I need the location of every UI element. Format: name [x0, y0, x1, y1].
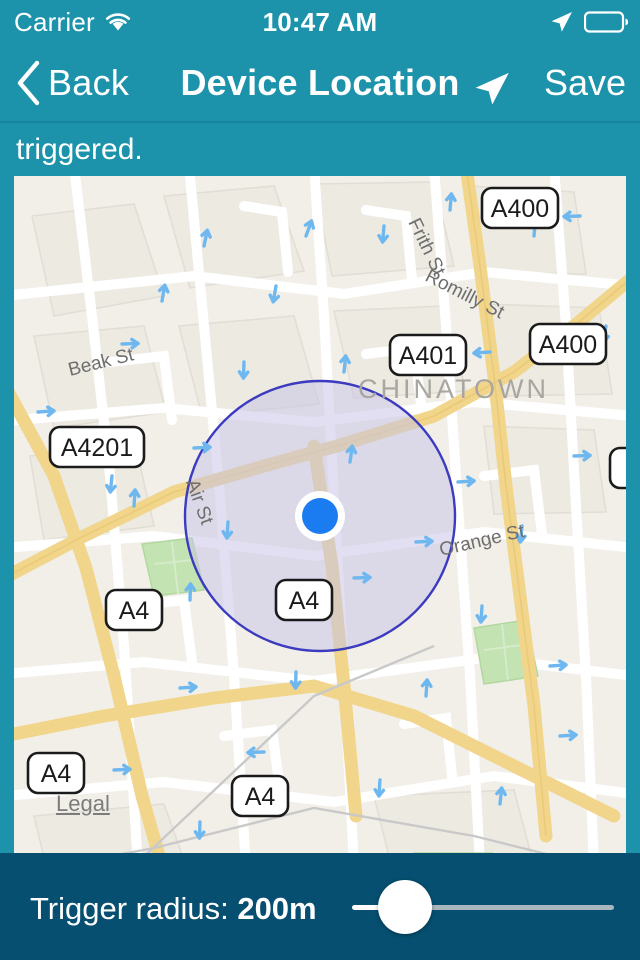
status-bar: Carrier 10:47 AM [0, 0, 640, 44]
road-shield: A4 [26, 751, 86, 795]
road-shield: A4 [274, 578, 334, 622]
footer-bar: Trigger radius: 200m [0, 853, 640, 960]
slider-thumb[interactable] [378, 880, 432, 934]
trigger-radius-caption: Trigger radius: [30, 891, 229, 926]
road-shield: A4 [230, 774, 290, 818]
save-button-label: Save [543, 62, 626, 103]
legal-link[interactable]: Legal [56, 791, 110, 817]
save-button[interactable]: Save [544, 44, 626, 122]
road-shield-label: A4 [41, 760, 72, 788]
road-shield-label: A4 [245, 783, 276, 811]
road-shield: A401 [388, 333, 468, 377]
trigger-radius-value: 200m [237, 891, 317, 926]
trigger-radius-slider[interactable] [352, 880, 614, 934]
slider-track-remaining [408, 905, 614, 910]
battery-icon [584, 11, 628, 33]
road-shield: A400 [480, 186, 560, 230]
road-shield: A400 [528, 322, 608, 366]
status-bar-right [548, 9, 628, 35]
road-shield-label: A4 [119, 597, 150, 625]
road-shield-label: A4 [289, 587, 320, 615]
road-shield-label: A4201 [61, 434, 133, 462]
locate-me-button[interactable] [470, 68, 512, 115]
app-root: Carrier 10:47 AM Back Device Location Sa… [0, 0, 640, 960]
road-shield: A4201 [48, 425, 146, 469]
location-arrow-icon [551, 12, 572, 32]
instruction-text: triggered. [0, 123, 640, 176]
road-shield: B [608, 446, 626, 490]
road-shield-label: A400 [491, 195, 549, 223]
map-view[interactable]: Beak St Frith St Romilly St Air St Orang… [14, 176, 626, 853]
current-location-marker [295, 491, 345, 541]
road-shield-label: A400 [539, 331, 597, 359]
area-label: CHINATOWN [358, 374, 549, 404]
status-bar-time: 10:47 AM [262, 6, 378, 37]
road-shield: A4 [104, 588, 164, 632]
road-shield-label: A401 [399, 342, 457, 370]
nav-bar: Back Device Location Save [0, 44, 640, 122]
map-canvas: Beak St Frith St Romilly St Air St Orang… [14, 176, 626, 853]
trigger-radius-label: Trigger radius: 200m [30, 891, 317, 927]
location-arrow-icon [475, 72, 509, 105]
